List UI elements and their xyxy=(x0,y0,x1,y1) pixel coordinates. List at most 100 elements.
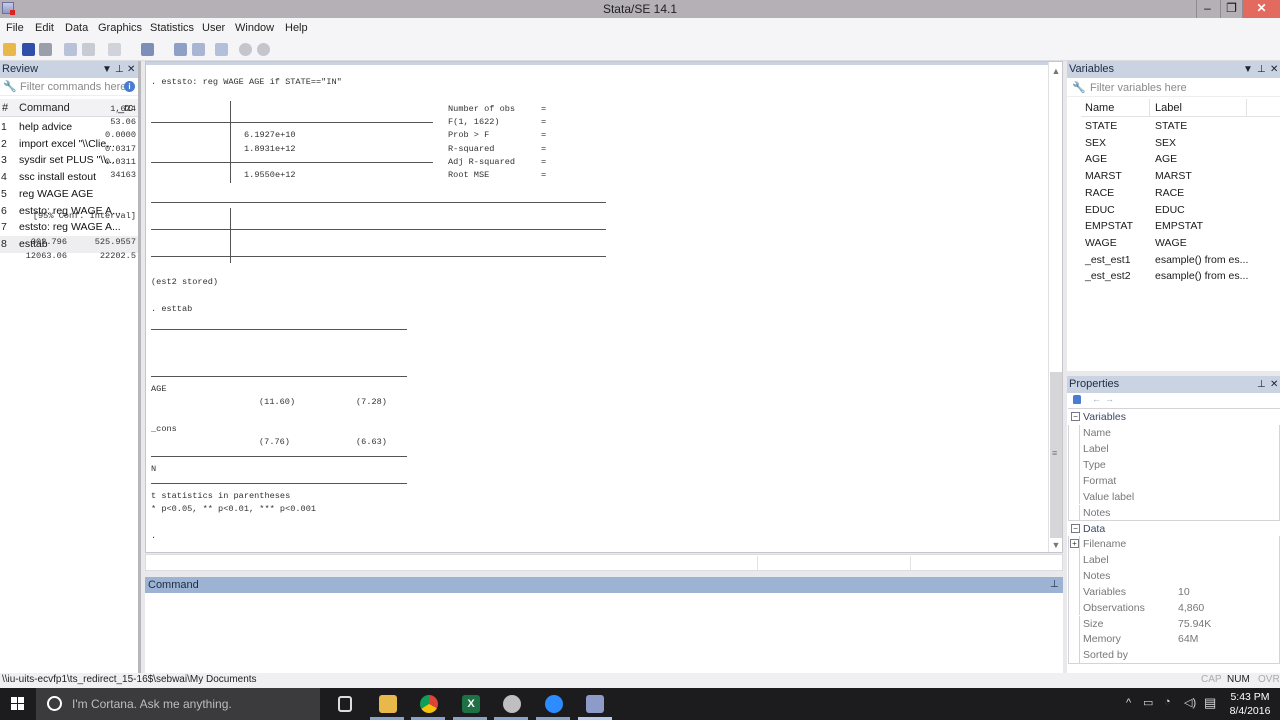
filter-icon[interactable]: ▼ xyxy=(102,61,112,78)
menu-data[interactable]: Data xyxy=(65,22,88,34)
scroll-down-icon[interactable]: ▼ xyxy=(1049,538,1063,552)
viewer-icon[interactable] xyxy=(82,43,95,56)
collapse-icon[interactable]: − xyxy=(1071,412,1080,421)
properties-data-section[interactable]: − Data xyxy=(1068,520,1280,536)
variables-filter[interactable]: 🔧 Filter variables here xyxy=(1067,78,1280,97)
info-icon[interactable]: i xyxy=(124,81,135,92)
property-key: Notes xyxy=(1083,569,1111,582)
data-browser-icon[interactable] xyxy=(192,43,205,56)
close-icon[interactable]: ✕ xyxy=(1270,61,1278,78)
back-arrow-icon[interactable]: ← xyxy=(1092,394,1101,404)
collapse-icon[interactable]: − xyxy=(1071,524,1080,533)
review-filter[interactable]: 🔧 Filter commands here i xyxy=(0,78,138,96)
property-row[interactable]: Label xyxy=(1079,440,1278,457)
app-spiral-icon[interactable] xyxy=(503,695,521,713)
cortana-search[interactable]: I'm Cortana. Ask me anything. xyxy=(36,688,320,720)
property-row[interactable]: Type xyxy=(1079,456,1278,473)
close-icon[interactable]: ✕ xyxy=(127,61,135,78)
clock[interactable]: 5:43 PM 8/4/2016 xyxy=(1222,690,1278,718)
variable-row[interactable]: RACE RACE xyxy=(1081,185,1247,202)
results-scrollbar[interactable]: ▲ ≡ ▼ xyxy=(1048,62,1062,552)
property-row[interactable]: Format xyxy=(1079,472,1278,489)
graph-icon[interactable] xyxy=(108,43,121,56)
variable-row[interactable]: _est_est2 esample() from es... xyxy=(1081,268,1249,285)
menu-help[interactable]: Help xyxy=(285,22,308,34)
variable-row[interactable]: _est_est1 esample() from es... xyxy=(1081,252,1248,269)
property-row[interactable]: Label xyxy=(1079,551,1278,568)
properties-variables-section[interactable]: − Variables xyxy=(1068,409,1280,425)
show-hidden-icons[interactable]: ^ xyxy=(1126,697,1131,709)
pin-icon[interactable]: ⊥ xyxy=(115,61,124,78)
property-row[interactable]: Notes xyxy=(1079,504,1278,521)
review-filter-input[interactable]: Filter commands here xyxy=(20,81,126,93)
more-icon[interactable] xyxy=(239,43,252,56)
scroll-up-icon[interactable]: ▲ xyxy=(1049,64,1063,78)
col-command[interactable]: Command xyxy=(19,102,70,114)
variable-row[interactable]: EMPSTAT EMPSTAT xyxy=(1081,218,1247,235)
volume-icon[interactable]: ◁) xyxy=(1184,696,1196,709)
property-row[interactable]: Name xyxy=(1079,425,1278,441)
variable-row[interactable]: EDUC EDUC xyxy=(1081,202,1247,219)
property-row[interactable]: Sorted by xyxy=(1079,647,1278,664)
pin-icon[interactable]: ⊥ xyxy=(1257,376,1266,393)
variable-row[interactable]: MARST MARST xyxy=(1081,168,1247,185)
command-input[interactable] xyxy=(145,593,1063,673)
forward-arrow-icon[interactable]: → xyxy=(1105,394,1114,404)
esttab-note: t statistics in parentheses xyxy=(151,490,291,501)
windows-start-icon[interactable] xyxy=(11,697,25,711)
menu-edit[interactable]: Edit xyxy=(35,22,54,34)
lock-icon[interactable] xyxy=(1073,395,1081,404)
open-icon[interactable] xyxy=(3,43,16,56)
maximize-button[interactable]: ❐ xyxy=(1220,0,1242,18)
variable-row[interactable]: AGE AGE xyxy=(1081,151,1247,168)
do-file-editor-icon[interactable] xyxy=(141,43,154,56)
col-name[interactable]: Name xyxy=(1085,102,1114,114)
data-editor-icon[interactable] xyxy=(174,43,187,56)
save-icon[interactable] xyxy=(22,43,35,56)
menu-statistics[interactable]: Statistics xyxy=(150,22,194,34)
wifi-icon[interactable]: ◔ xyxy=(1164,696,1171,708)
col-num[interactable]: # xyxy=(2,102,8,114)
zoom-icon[interactable] xyxy=(545,695,563,713)
clock-date: 8/4/2016 xyxy=(1229,705,1271,717)
excel-icon[interactable]: X xyxy=(462,695,480,713)
review-header: Review ▼ ⊥ ✕ xyxy=(0,61,138,78)
review-item[interactable]: 5 reg WAGE AGE xyxy=(0,186,138,203)
menu-window[interactable]: Window xyxy=(235,22,274,34)
print-icon[interactable] xyxy=(39,43,52,56)
variable-row[interactable]: STATE STATE xyxy=(1081,118,1247,135)
variable-row[interactable]: WAGE WAGE xyxy=(1081,235,1247,252)
variable-label: esample() from es... xyxy=(1155,270,1249,283)
variables-filter-input[interactable]: Filter variables here xyxy=(1090,82,1187,94)
log-icon[interactable] xyxy=(64,43,77,56)
property-row[interactable]: Observations 4,860 xyxy=(1079,599,1278,616)
property-row[interactable]: Value label xyxy=(1079,488,1278,505)
battery-icon[interactable]: ▭ xyxy=(1143,696,1153,709)
close-icon[interactable]: ✕ xyxy=(1270,376,1278,393)
break-icon[interactable] xyxy=(257,43,270,56)
property-row[interactable]: Size 75.94K xyxy=(1079,615,1278,632)
file-explorer-icon[interactable] xyxy=(379,695,397,713)
menu-user[interactable]: User xyxy=(202,22,225,34)
menu-file[interactable]: File xyxy=(6,22,24,34)
col-label[interactable]: Label xyxy=(1155,102,1182,114)
property-row[interactable]: Filename xyxy=(1079,536,1278,552)
property-row[interactable]: Notes xyxy=(1079,567,1278,584)
pin-icon[interactable]: ⊥ xyxy=(1050,577,1059,593)
filter-icon[interactable]: ▼ xyxy=(1243,61,1253,78)
property-row[interactable]: Memory 64M xyxy=(1079,631,1278,648)
scrollbar-thumb[interactable]: ≡ xyxy=(1050,372,1062,538)
close-button[interactable]: ✕ xyxy=(1242,0,1280,18)
stata-icon[interactable] xyxy=(586,695,604,713)
menu-graphics[interactable]: Graphics xyxy=(98,22,142,34)
minimize-button[interactable]: – xyxy=(1196,0,1218,18)
variable-row[interactable]: SEX SEX xyxy=(1081,135,1247,152)
action-center-icon[interactable]: ▤ xyxy=(1204,695,1216,711)
chrome-icon[interactable] xyxy=(420,695,438,713)
property-row[interactable]: Variables 10 xyxy=(1079,583,1278,600)
expand-icon[interactable]: + xyxy=(1070,539,1079,548)
task-view-icon[interactable] xyxy=(338,696,352,712)
pin-icon[interactable]: ⊥ xyxy=(1257,61,1266,78)
variables-manager-icon[interactable] xyxy=(215,43,228,56)
results-window[interactable]: . eststo: reg WAGE AGE if STATE=="IN"Sou… xyxy=(26,61,1063,553)
